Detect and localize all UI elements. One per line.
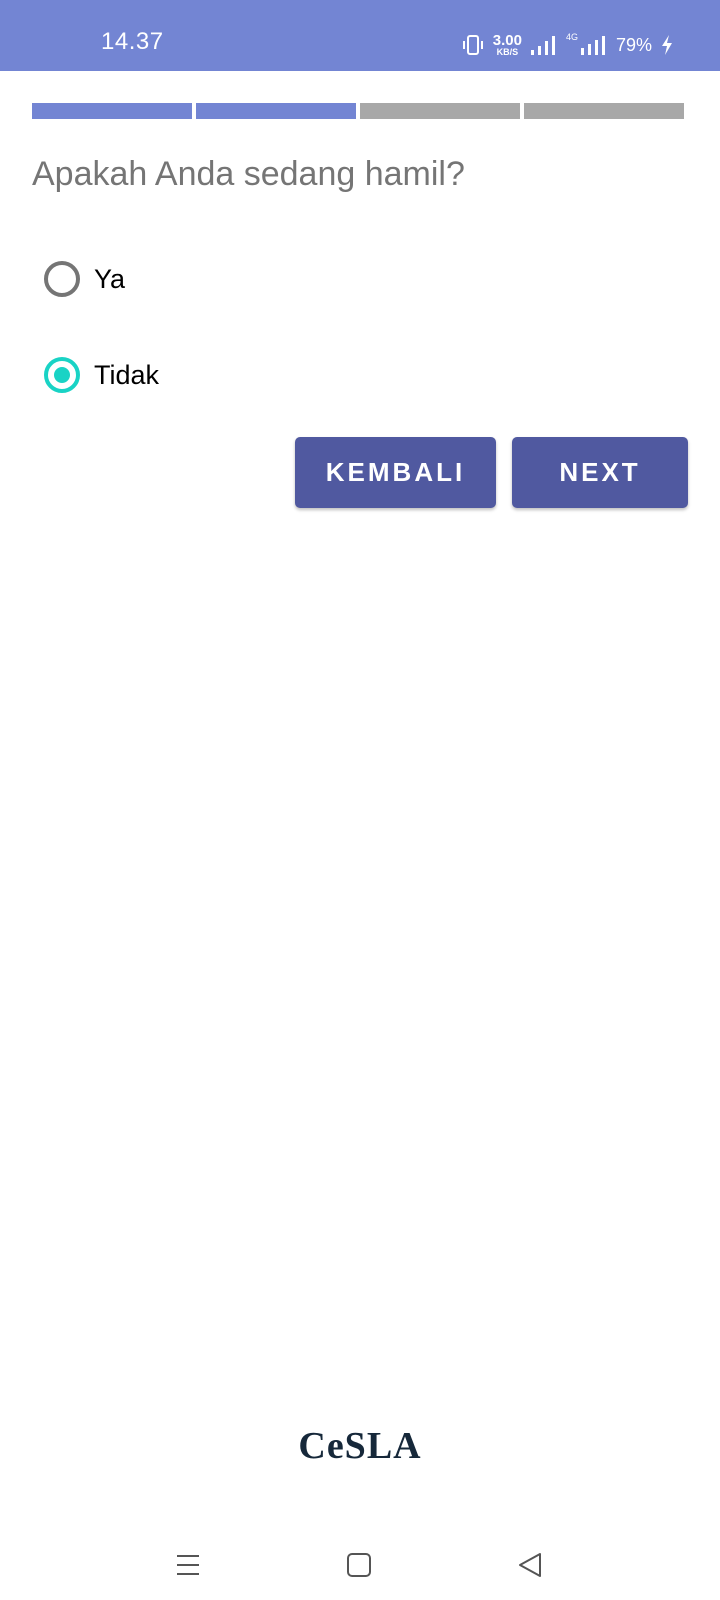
status-time: 14.37 — [101, 28, 164, 55]
navigation-bar — [0, 1540, 720, 1600]
status-bar: 14.37 3.00 KB/S 4G 79% — [0, 0, 720, 71]
back-nav-button[interactable] — [500, 1540, 560, 1590]
home-icon — [347, 1553, 371, 1577]
battery-level: 79% — [615, 34, 652, 55]
status-icons: 3.00 KB/S 4G 79% — [461, 30, 674, 60]
signal-4g-icon — [580, 36, 605, 55]
question-text: Apakah Anda sedang hamil? — [32, 155, 465, 193]
home-button[interactable] — [329, 1540, 389, 1590]
option-tidak[interactable]: Tidak — [44, 357, 159, 393]
progress-step-1 — [32, 103, 192, 119]
option-ya[interactable]: Ya — [44, 261, 125, 297]
charging-icon — [662, 35, 672, 55]
radio-ya[interactable] — [44, 261, 80, 297]
menu-button[interactable] — [158, 1540, 218, 1590]
progress-indicator — [32, 103, 684, 119]
option-label-ya: Ya — [94, 263, 126, 294]
back-button[interactable]: KEMBALI — [295, 437, 496, 508]
network-type: 4G — [565, 32, 578, 42]
progress-step-3 — [360, 103, 520, 119]
network-speed: 3.00 KB/S — [492, 32, 522, 57]
option-label-tidak: Tidak — [94, 359, 160, 390]
progress-step-2 — [196, 103, 356, 119]
signal-icon — [530, 36, 555, 55]
progress-step-4 — [524, 103, 684, 119]
next-button[interactable]: NEXT — [512, 437, 688, 508]
vibrate-icon — [462, 35, 483, 55]
back-icon — [519, 1553, 541, 1577]
menu-icon — [177, 1555, 199, 1575]
cesla-logo: CeSLA — [298, 1425, 422, 1467]
radio-tidak[interactable] — [44, 357, 80, 393]
